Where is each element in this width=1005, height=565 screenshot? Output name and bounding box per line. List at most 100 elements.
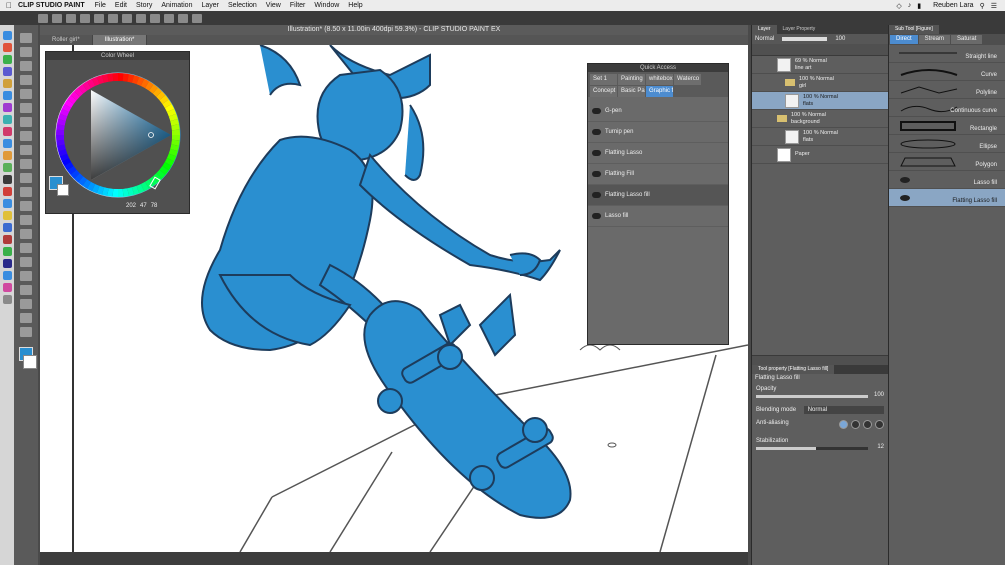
blend-tool-icon[interactable]: [20, 215, 32, 225]
stabilization-slider[interactable]: [756, 447, 868, 450]
menu-view[interactable]: View: [266, 2, 281, 9]
menu-animation[interactable]: Animation: [161, 2, 192, 9]
app-dock-icon[interactable]: [2, 247, 12, 256]
blend-mode-select[interactable]: Normal: [755, 36, 774, 42]
menu-list-icon[interactable]: ☰: [991, 2, 997, 10]
qa-tab-set1[interactable]: Set 1: [590, 74, 617, 85]
clear-icon[interactable]: [108, 13, 118, 23]
layer-row-flats-girl[interactable]: 100 % Normal flats: [752, 92, 888, 110]
eye-icon[interactable]: [754, 96, 763, 105]
qa-tab-graphic[interactable]: Graphic fi: [646, 86, 673, 97]
app-dock-icon[interactable]: [2, 139, 12, 148]
st-item-polygon[interactable]: Polygon: [889, 153, 1005, 171]
qa-tab-whitebox[interactable]: whitebox: [646, 74, 673, 85]
pen-tool-icon[interactable]: [20, 131, 32, 141]
app-dock-icon[interactable]: [2, 103, 12, 112]
antialias-strong[interactable]: [875, 420, 884, 429]
airbrush-tool-icon[interactable]: [20, 173, 32, 183]
antialias-medium[interactable]: [863, 420, 872, 429]
balloon-tool-icon[interactable]: [20, 313, 32, 323]
app-dock-icon[interactable]: [2, 127, 12, 136]
app-dock-icon[interactable]: [2, 79, 12, 88]
selection-tool-icon[interactable]: [20, 89, 32, 99]
layer-row-flats-background[interactable]: 100 % Normal flats: [752, 128, 888, 146]
brush-tool-icon[interactable]: [20, 159, 32, 169]
menu-filter[interactable]: Filter: [290, 2, 306, 9]
st-tab-stream[interactable]: Stream: [918, 35, 951, 44]
eraser-tool-icon[interactable]: [20, 201, 32, 211]
tab-tool-property[interactable]: Tool property [Flatting Lasso fill]: [752, 365, 835, 374]
doc-tab-illustration[interactable]: Illustration*: [92, 35, 148, 45]
blending-select[interactable]: Normal: [803, 406, 884, 414]
wifi-icon[interactable]: ◇: [896, 2, 901, 10]
layer-row-line-art[interactable]: 69 % Normal line art: [752, 56, 888, 74]
st-item-continuous-curve[interactable]: Continuous curve: [889, 99, 1005, 117]
st-item-flatting-lasso-fill[interactable]: Flatting Lasso fill: [889, 189, 1005, 207]
zoom-tool-icon[interactable]: [20, 33, 32, 43]
eye-icon[interactable]: [754, 114, 763, 123]
menu-story[interactable]: Story: [136, 2, 152, 9]
trash-icon[interactable]: [2, 295, 12, 304]
layer-row-paper[interactable]: Paper: [752, 146, 888, 164]
qa-item-turnip-pen[interactable]: Turnip pen: [588, 122, 728, 143]
app-dock-icon[interactable]: [2, 283, 12, 292]
qa-item-flatting-lasso-fill[interactable]: Flatting Lasso fill: [588, 185, 728, 206]
snap-icon[interactable]: [164, 13, 174, 23]
antialias-weak[interactable]: [851, 420, 860, 429]
move-layer-tool-icon[interactable]: [20, 75, 32, 85]
antialias-none[interactable]: [839, 420, 848, 429]
tab-layer[interactable]: Layer: [752, 25, 777, 34]
st-item-lasso-fill[interactable]: Lasso fill: [889, 171, 1005, 189]
qa-item-g-pen[interactable]: G-pen: [588, 101, 728, 122]
app-dock-icon[interactable]: [2, 211, 12, 220]
qa-item-flatting-fill[interactable]: Flatting Fill: [588, 164, 728, 185]
ruler-icon[interactable]: [178, 13, 188, 23]
st-tab-saturate[interactable]: Saturat: [951, 35, 983, 44]
qa-tab-painting[interactable]: Painting: [618, 74, 645, 85]
deselect-icon[interactable]: [136, 13, 146, 23]
ruler-tool-icon[interactable]: [20, 285, 32, 295]
st-item-curve[interactable]: Curve: [889, 63, 1005, 81]
undo-icon[interactable]: [80, 13, 90, 23]
qa-item-lasso-fill[interactable]: Lasso fill: [588, 206, 728, 227]
eye-icon[interactable]: [754, 60, 763, 69]
app-dock-icon[interactable]: [2, 151, 12, 160]
app-dock-icon[interactable]: [2, 223, 12, 232]
st-tab-direct[interactable]: Direct: [890, 35, 918, 44]
eye-icon[interactable]: [754, 78, 763, 87]
app-dock-icon[interactable]: [2, 55, 12, 64]
opacity-slider[interactable]: [756, 395, 868, 398]
qa-tab-watercolor[interactable]: Waterco: [674, 74, 701, 85]
pencil-tool-icon[interactable]: [20, 145, 32, 155]
qa-item-flatting-lasso[interactable]: Flatting Lasso: [588, 143, 728, 164]
st-item-ellipse[interactable]: Ellipse: [889, 135, 1005, 153]
app-dock-icon[interactable]: [2, 43, 12, 52]
redo-icon[interactable]: [94, 13, 104, 23]
text-tool-icon[interactable]: [20, 299, 32, 309]
auto-select-tool-icon[interactable]: [20, 103, 32, 113]
app-dock-icon[interactable]: [2, 163, 12, 172]
transform-icon[interactable]: [122, 13, 132, 23]
qa-tab-concept[interactable]: Concept: [590, 86, 617, 97]
layer-row-background-folder[interactable]: 100 % Normal background: [752, 110, 888, 128]
finder-icon[interactable]: [2, 31, 12, 40]
frame-tool-icon[interactable]: [20, 271, 32, 281]
st-item-straight-line[interactable]: Straight line: [889, 45, 1005, 63]
eyedropper-tool-icon[interactable]: [20, 117, 32, 127]
app-dock-icon[interactable]: [2, 91, 12, 100]
open-file-icon[interactable]: [52, 13, 62, 23]
app-dock-icon[interactable]: [2, 67, 12, 76]
app-dock-icon[interactable]: [2, 187, 12, 196]
move-tool-icon[interactable]: [20, 47, 32, 57]
new-file-icon[interactable]: [38, 13, 48, 23]
sub-color-chip[interactable]: [57, 184, 69, 196]
menu-help[interactable]: Help: [348, 2, 362, 9]
volume-icon[interactable]: ♪: [908, 2, 912, 9]
menu-file[interactable]: File: [95, 2, 106, 9]
eye-icon[interactable]: [754, 150, 763, 159]
app-dock-icon[interactable]: [2, 259, 12, 268]
st-item-rectangle[interactable]: Rectangle: [889, 117, 1005, 135]
search-icon[interactable]: ⚲: [980, 2, 985, 10]
qa-tab-basic-paint[interactable]: Basic Pai: [618, 86, 645, 97]
battery-icon[interactable]: ▮: [917, 2, 921, 10]
